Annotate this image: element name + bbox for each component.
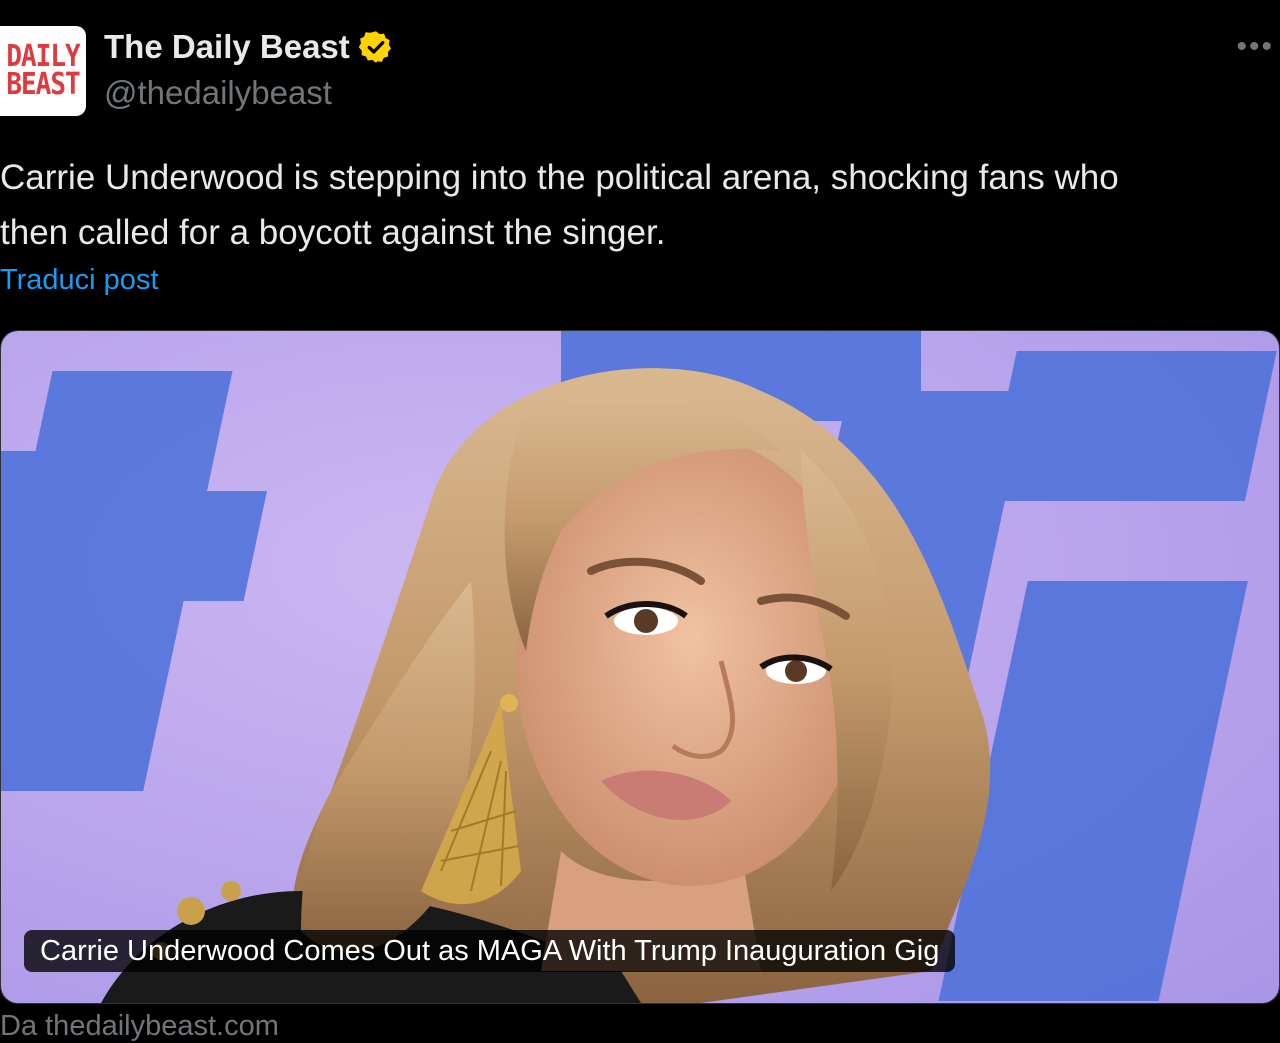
avatar[interactable]: DAILY BEAST <box>0 26 86 116</box>
author-name-row: The Daily Beast <box>104 28 394 66</box>
display-name[interactable]: The Daily Beast <box>104 28 350 66</box>
avatar-line-2: BEAST <box>6 67 80 103</box>
card-source[interactable]: Da thedailybeast.com <box>0 1010 279 1043</box>
post-text: Carrie Underwood is stepping into the po… <box>0 158 1119 252</box>
translate-post-link[interactable]: Traduci post <box>0 264 159 297</box>
card-caption: Carrie Underwood Comes Out as MAGA With … <box>24 930 956 972</box>
more-horizontal-icon[interactable]: ••• <box>1236 30 1274 64</box>
link-card[interactable] <box>0 330 1280 1004</box>
verified-badge-icon <box>358 31 391 63</box>
card-image <box>1 331 1279 1003</box>
author-handle[interactable]: @thedailybeast <box>104 74 332 112</box>
